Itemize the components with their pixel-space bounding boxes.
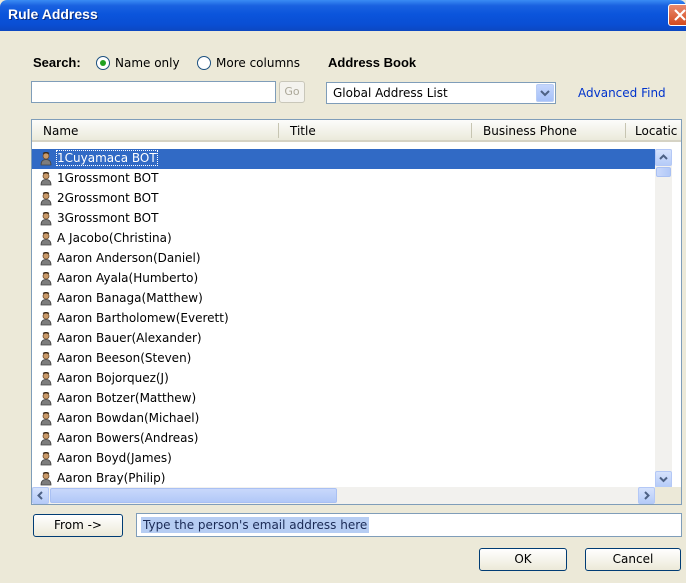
table-row[interactable]: Aaron Bauer(Alexander) <box>32 329 656 349</box>
table-row[interactable]: A Jacobo(Christina) <box>32 229 656 249</box>
chevron-down-icon <box>659 476 668 483</box>
table-row[interactable]: 2Grossmont BOT <box>32 189 656 209</box>
person-icon <box>40 352 52 366</box>
person-icon <box>40 332 52 346</box>
chevron-up-icon <box>659 154 668 160</box>
close-icon <box>674 9 686 21</box>
radio-more-columns[interactable] <box>197 56 211 70</box>
row-name: Aaron Botzer(Matthew) <box>57 391 197 405</box>
go-button[interactable]: Go <box>279 81 305 103</box>
table-row[interactable]: Aaron Bowdan(Michael) <box>32 409 656 429</box>
email-address-input[interactable]: Type the person's email address here <box>136 513 682 537</box>
column-location[interactable]: Locatic <box>635 124 677 138</box>
row-name: Aaron Bauer(Alexander) <box>57 331 202 345</box>
search-label: Search: <box>33 55 81 70</box>
horizontal-scroll-thumb[interactable] <box>50 488 337 503</box>
column-divider[interactable] <box>278 123 279 138</box>
table-row[interactable]: Aaron Bowers(Andreas) <box>32 429 656 449</box>
scroll-right-button[interactable] <box>638 487 655 504</box>
column-title[interactable]: Title <box>290 124 316 138</box>
person-icon <box>40 172 52 186</box>
scroll-up-button[interactable] <box>655 149 672 166</box>
person-icon <box>40 252 52 266</box>
person-icon <box>40 432 52 446</box>
title-bar[interactable]: Rule Address <box>0 0 686 31</box>
scrollbar-corner <box>655 487 681 504</box>
cancel-button[interactable]: Cancel <box>585 548 681 571</box>
row-name: 2Grossmont BOT <box>57 191 159 205</box>
horizontal-scrollbar[interactable] <box>32 487 655 504</box>
close-button[interactable] <box>668 4 686 26</box>
person-icon <box>40 192 52 206</box>
person-icon <box>40 392 52 406</box>
advanced-find-link[interactable]: Advanced Find <box>578 86 666 100</box>
person-icon <box>40 152 52 166</box>
person-icon <box>40 372 52 386</box>
person-icon <box>40 272 52 286</box>
column-name[interactable]: Name <box>43 124 78 138</box>
address-book-select[interactable]: Global Address List <box>326 82 556 104</box>
person-icon <box>40 472 52 486</box>
row-name: Aaron Ayala(Humberto) <box>57 271 199 285</box>
person-icon <box>40 412 52 426</box>
table-row[interactable]: Aaron Bojorquez(J) <box>32 369 656 389</box>
row-name: Aaron Bartholomew(Everett) <box>57 311 229 325</box>
from-button[interactable]: From -> <box>33 514 123 537</box>
radio-name-only[interactable] <box>96 56 110 70</box>
row-name: Aaron Bray(Philip) <box>57 471 166 485</box>
row-name: Aaron Beeson(Steven) <box>57 351 192 365</box>
column-header: Name Title Business Phone Locatic <box>32 120 681 142</box>
table-row[interactable]: 1Grossmont BOT <box>32 169 656 189</box>
row-name: Aaron Banaga(Matthew) <box>57 291 203 305</box>
table-row[interactable]: Aaron Bray(Philip) <box>32 469 656 489</box>
row-name: Aaron Bojorquez(J) <box>57 371 169 385</box>
column-business-phone[interactable]: Business Phone <box>483 124 577 138</box>
radio-more-columns-label[interactable]: More columns <box>216 56 300 70</box>
row-name: Aaron Anderson(Daniel) <box>57 251 201 265</box>
list-rows: 1Cuyamaca BOT 1Grossmont BOT 2Grossmont BO… <box>32 149 656 489</box>
table-row[interactable]: 3Grossmont BOT <box>32 209 656 229</box>
table-row[interactable]: Aaron Bartholomew(Everett) <box>32 309 656 329</box>
table-row[interactable]: 1Cuyamaca BOT <box>32 149 656 169</box>
row-name: Aaron Bowers(Andreas) <box>57 431 199 445</box>
search-input[interactable] <box>31 81 276 103</box>
person-icon <box>40 212 52 226</box>
person-icon <box>40 292 52 306</box>
table-row[interactable]: Aaron Ayala(Humberto) <box>32 269 656 289</box>
address-list[interactable]: Name Title Business Phone Locatic 1Cuyam… <box>31 119 682 505</box>
row-name: Aaron Bowdan(Michael) <box>57 411 200 425</box>
window-title: Rule Address <box>8 6 98 22</box>
chevron-right-icon <box>644 491 650 500</box>
chevron-left-icon <box>37 491 43 500</box>
table-row[interactable]: Aaron Anderson(Daniel) <box>32 249 656 269</box>
table-row[interactable]: Aaron Boyd(James) <box>32 449 656 469</box>
person-icon <box>40 312 52 326</box>
scroll-left-button[interactable] <box>32 487 49 504</box>
column-divider[interactable] <box>625 123 626 138</box>
dropdown-button[interactable] <box>536 84 554 102</box>
row-name: A Jacobo(Christina) <box>57 231 172 245</box>
address-book-label: Address Book <box>328 55 417 70</box>
email-input-text: Type the person's email address here <box>141 517 370 533</box>
person-icon <box>40 232 52 246</box>
row-name: Aaron Boyd(James) <box>57 451 172 465</box>
chevron-down-icon <box>540 90 550 97</box>
row-name: 1Grossmont BOT <box>57 171 159 185</box>
radio-name-only-label[interactable]: Name only <box>115 56 180 70</box>
row-name: 1Cuyamaca BOT <box>56 150 158 166</box>
vertical-scroll-thumb[interactable] <box>656 167 671 177</box>
row-name: 3Grossmont BOT <box>57 211 159 225</box>
table-row[interactable]: Aaron Botzer(Matthew) <box>32 389 656 409</box>
scroll-down-button[interactable] <box>655 471 672 488</box>
vertical-scrollbar[interactable] <box>655 149 672 488</box>
ok-button[interactable]: OK <box>479 548 567 571</box>
column-divider[interactable] <box>471 123 472 138</box>
table-row[interactable]: Aaron Beeson(Steven) <box>32 349 656 369</box>
table-row[interactable]: Aaron Banaga(Matthew) <box>32 289 656 309</box>
address-book-selected-value: Global Address List <box>333 86 448 100</box>
person-icon <box>40 452 52 466</box>
